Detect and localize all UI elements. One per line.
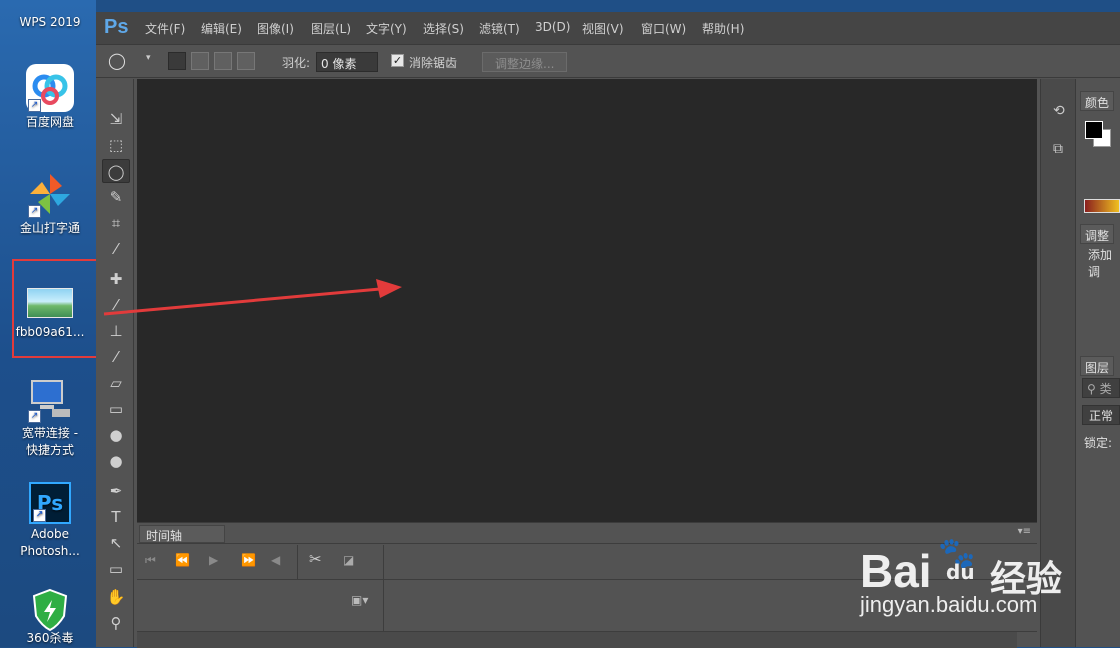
watermark-brand: Bai [860,545,932,597]
watermark-url: jingyan.baidu.com [860,592,1038,617]
watermark-du: du [946,560,975,584]
foreground-swatch[interactable] [1085,121,1103,139]
baidu-watermark: Bai 🐾 du 经验 jingyan.baidu.com [860,520,1120,630]
